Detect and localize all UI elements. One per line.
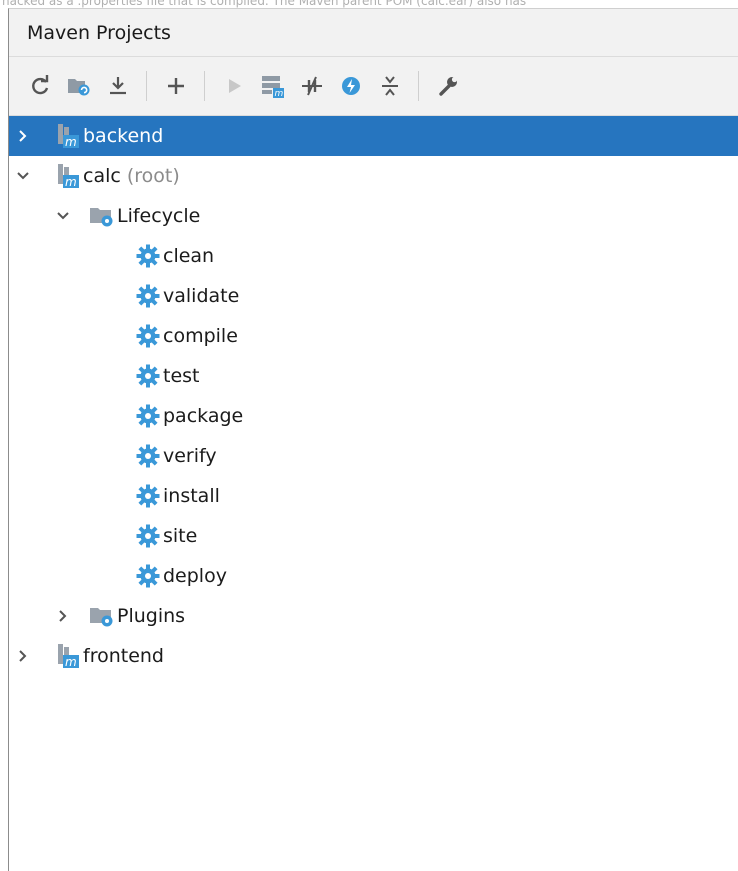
run-icon bbox=[229, 79, 241, 93]
refresh-icon bbox=[32, 75, 49, 95]
toggle-offline-icon bbox=[302, 76, 322, 96]
chevron-right-icon[interactable] bbox=[13, 126, 33, 146]
gear-icon bbox=[135, 483, 161, 509]
tree-item-label: calc bbox=[83, 165, 121, 187]
goal-label: verify bbox=[163, 445, 217, 467]
tree-item-lifecycle[interactable]: Lifecycle bbox=[9, 196, 738, 236]
gear-icon bbox=[135, 363, 161, 389]
goal-label: install bbox=[163, 485, 220, 507]
lifecycle-goal-clean[interactable]: clean bbox=[9, 236, 738, 276]
lifecycle-goal-test[interactable]: test bbox=[9, 356, 738, 396]
toolbar-separator bbox=[146, 71, 147, 101]
project-tree: m backend m calc (root) Lifecycle clean … bbox=[9, 116, 738, 676]
tree-item-label: backend bbox=[83, 125, 164, 147]
tree-item-label: Lifecycle bbox=[117, 205, 201, 227]
chevron-right-icon[interactable] bbox=[13, 646, 33, 666]
lifecycle-goal-validate[interactable]: validate bbox=[9, 276, 738, 316]
maven-module-icon: m bbox=[55, 643, 81, 669]
generate-sources-icon bbox=[68, 79, 90, 96]
lifecycle-goal-compile[interactable]: compile bbox=[9, 316, 738, 356]
skip-tests-icon bbox=[342, 77, 360, 95]
chevron-down-icon[interactable] bbox=[13, 166, 33, 186]
add-project-button[interactable] bbox=[159, 69, 193, 103]
lifecycle-goal-package[interactable]: package bbox=[9, 396, 738, 436]
gear-icon bbox=[135, 523, 161, 549]
goal-label: package bbox=[163, 405, 244, 427]
add-icon bbox=[168, 78, 184, 94]
toolbar-separator bbox=[204, 71, 205, 101]
generate-sources-button[interactable] bbox=[62, 69, 96, 103]
gear-icon bbox=[135, 443, 161, 469]
tree-item-plugins[interactable]: Plugins bbox=[9, 596, 738, 636]
maven-module-icon: m bbox=[55, 163, 81, 189]
panel-title: Maven Projects bbox=[27, 21, 171, 44]
download-sources-button[interactable] bbox=[101, 69, 135, 103]
svg-text:m: m bbox=[65, 135, 77, 149]
goal-label: validate bbox=[163, 285, 240, 307]
root-suffix: (root) bbox=[126, 165, 180, 187]
svg-text:m: m bbox=[65, 655, 77, 669]
maven-toolbar: m bbox=[9, 57, 738, 116]
goal-label: deploy bbox=[163, 565, 227, 587]
gear-icon bbox=[135, 563, 161, 589]
goal-label: clean bbox=[163, 245, 215, 267]
svg-text:m: m bbox=[65, 175, 77, 189]
lifecycle-goal-install[interactable]: install bbox=[9, 476, 738, 516]
tree-item-label: Plugins bbox=[117, 605, 186, 627]
lifecycle-goal-site[interactable]: site bbox=[9, 516, 738, 556]
toolbar-separator bbox=[418, 71, 419, 101]
execute-goal-button[interactable]: m bbox=[256, 69, 290, 103]
gear-icon bbox=[135, 283, 161, 309]
collapse-all-icon bbox=[382, 76, 398, 96]
maven-projects-panel: Maven Projects m m backend m calc (root)… bbox=[8, 8, 738, 871]
gear-icon bbox=[135, 323, 161, 349]
tree-item-calc[interactable]: m calc (root) bbox=[9, 156, 738, 196]
maven-settings-button[interactable] bbox=[431, 69, 465, 103]
gear-icon bbox=[135, 243, 161, 269]
chevron-right-icon[interactable] bbox=[53, 606, 73, 626]
goal-label: compile bbox=[163, 325, 238, 347]
gear-icon bbox=[135, 403, 161, 429]
lifecycle-goal-verify[interactable]: verify bbox=[9, 436, 738, 476]
lifecycle-goal-deploy[interactable]: deploy bbox=[9, 556, 738, 596]
execute-goal-icon: m bbox=[262, 76, 284, 98]
skip-tests-button[interactable] bbox=[334, 69, 368, 103]
folder-gear-icon bbox=[89, 603, 115, 629]
toggle-offline-button[interactable] bbox=[295, 69, 329, 103]
goal-label: site bbox=[163, 525, 198, 547]
goal-label: test bbox=[163, 365, 200, 387]
download-icon bbox=[110, 77, 126, 95]
tree-item-frontend[interactable]: m frontend bbox=[9, 636, 738, 676]
tree-item-backend[interactable]: m backend bbox=[9, 116, 738, 156]
svg-text:m: m bbox=[275, 89, 284, 98]
folder-gear-icon bbox=[89, 203, 115, 229]
refresh-button[interactable] bbox=[23, 69, 57, 103]
chevron-down-icon[interactable] bbox=[53, 206, 73, 226]
tree-item-label: frontend bbox=[83, 645, 164, 667]
settings-wrench-icon bbox=[439, 76, 458, 96]
panel-header: Maven Projects bbox=[9, 9, 738, 57]
maven-module-icon: m bbox=[55, 123, 81, 149]
collapse-all-button[interactable] bbox=[373, 69, 407, 103]
run-button[interactable] bbox=[217, 69, 251, 103]
